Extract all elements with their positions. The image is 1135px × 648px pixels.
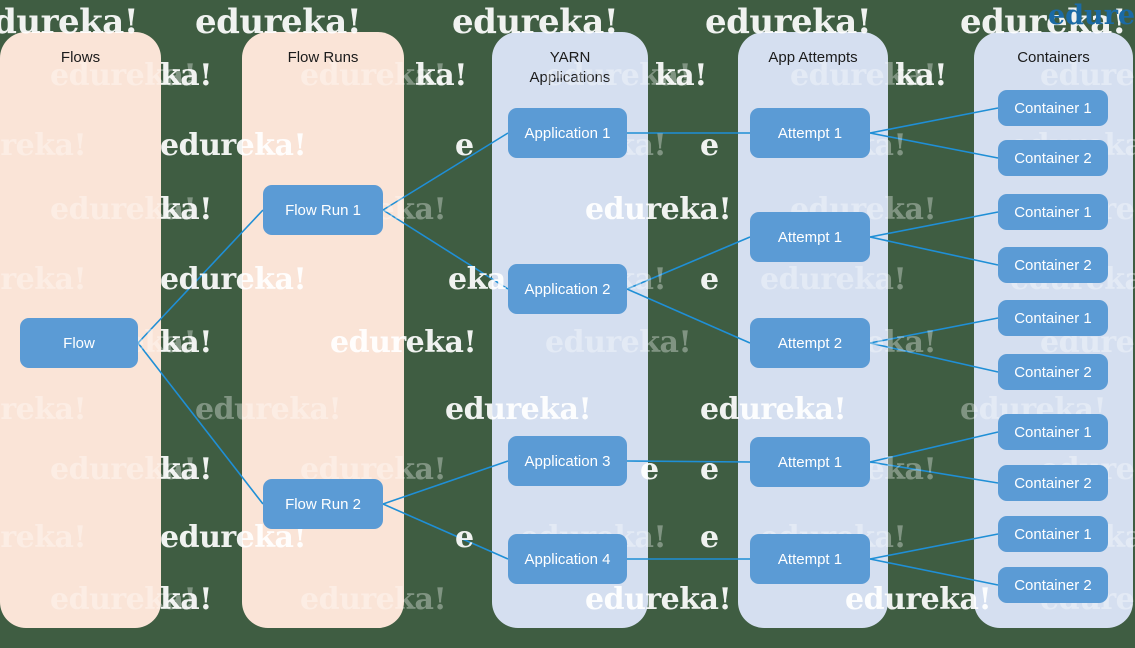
node-attempt-1-b[interactable]: Attempt 1	[750, 212, 870, 262]
link-attempt-1-a-to-container-1-a	[869, 107, 999, 134]
node-attempt-1-d[interactable]: Attempt 1	[750, 534, 870, 584]
node-application-2[interactable]: Application 2	[508, 264, 627, 314]
node-attempt-2-b[interactable]: Attempt 2	[750, 318, 870, 368]
column-title-yarn-applications: YARN Applications	[492, 48, 648, 88]
link-attempt-1-a-to-container-2-a	[869, 132, 999, 159]
node-container-2-c[interactable]: Container 2	[998, 354, 1108, 390]
node-container-1-a[interactable]: Container 1	[998, 90, 1108, 126]
node-container-2-e[interactable]: Container 2	[998, 567, 1108, 603]
column-title-flow-runs: Flow Runs	[287, 49, 359, 66]
node-attempt-1-a[interactable]: Attempt 1	[750, 108, 870, 158]
column-title-flows: Flows	[60, 49, 101, 66]
link-attempt-1-d-to-container-2-e	[869, 558, 999, 586]
link-attempt-2-b-to-container-2-c	[869, 342, 999, 373]
link-flow-run-2-to-application-4	[382, 503, 509, 560]
link-application-2-to-attempt-1-b	[626, 236, 751, 290]
node-application-3[interactable]: Application 3	[508, 436, 627, 486]
node-container-1-e[interactable]: Container 1	[998, 516, 1108, 552]
node-container-2-a[interactable]: Container 2	[998, 140, 1108, 176]
link-flow-run-1-to-application-2	[382, 209, 509, 290]
node-flow-run-1[interactable]: Flow Run 1	[263, 185, 383, 235]
column-title-line: YARN	[549, 49, 591, 66]
node-container-1-d[interactable]: Container 1	[998, 414, 1108, 450]
link-attempt-1-c-to-container-1-d	[869, 431, 999, 463]
link-application-2-to-attempt-2-b	[626, 288, 751, 344]
link-attempt-1-b-to-container-2-b	[869, 236, 999, 266]
link-flow-to-flow-run-1	[137, 209, 264, 344]
node-container-1-c[interactable]: Container 1	[998, 300, 1108, 336]
link-flow-run-1-to-application-1	[382, 132, 509, 211]
column-title-line: Applications	[529, 69, 611, 86]
link-attempt-1-d-to-container-1-e	[869, 533, 999, 560]
node-application-4[interactable]: Application 4	[508, 534, 627, 584]
column-title-containers: Containers	[1017, 49, 1090, 66]
node-container-2-b[interactable]: Container 2	[998, 247, 1108, 283]
diagram-canvas: Flows Flow Flow Runs Flow Run 1 Flow Run 2 YA…	[0, 0, 1135, 648]
node-container-2-d[interactable]: Container 2	[998, 465, 1108, 501]
link-attempt-2-b-to-container-1-c	[869, 317, 999, 344]
link-application-3-to-attempt-1-c	[626, 460, 751, 463]
link-attempt-1-b-to-container-1-b	[869, 211, 999, 238]
node-flow[interactable]: Flow	[20, 318, 138, 368]
node-container-1-b[interactable]: Container 1	[998, 194, 1108, 230]
node-flow-run-2[interactable]: Flow Run 2	[263, 479, 383, 529]
node-application-1[interactable]: Application 1	[508, 108, 627, 158]
node-attempt-1-c[interactable]: Attempt 1	[750, 437, 870, 487]
edureka-logo: edureka!	[1048, 0, 1135, 31]
link-flow-run-2-to-application-3	[382, 460, 509, 505]
link-flow-to-flow-run-2	[137, 342, 264, 505]
link-attempt-1-c-to-container-2-d	[869, 461, 999, 484]
column-title-app-attempts: App Attempts	[768, 49, 858, 66]
